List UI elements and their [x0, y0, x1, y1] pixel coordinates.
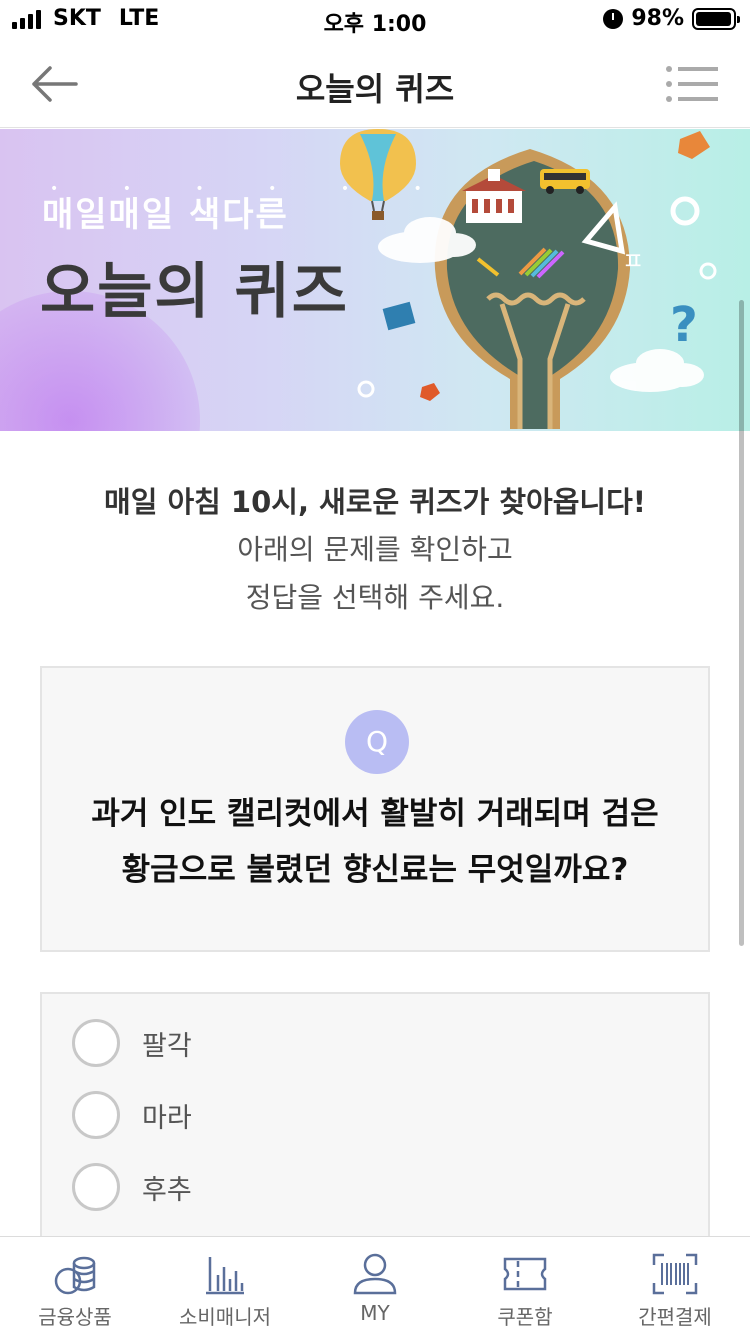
- tab-label: 간편결제: [638, 1305, 712, 1329]
- question-mark-icon: ?: [670, 297, 698, 353]
- answer-option-2[interactable]: 마라: [72, 1090, 192, 1140]
- banner-title: 오늘의 퀴즈: [40, 257, 349, 327]
- menu-button[interactable]: [664, 64, 720, 104]
- question-line-2: 황금으로 불렸던 향신료는 무엇일까요?: [121, 852, 629, 888]
- answer-option-1[interactable]: 팔각: [72, 1018, 192, 1068]
- tab-my[interactable]: MY: [300, 1237, 450, 1334]
- option-label: 후추: [142, 1174, 192, 1206]
- radio-button[interactable]: [72, 1163, 120, 1211]
- person-icon: [353, 1253, 397, 1295]
- intro-line-2: 아래의 문제를 확인하고: [237, 533, 513, 566]
- tab-label: MY: [360, 1301, 390, 1325]
- intro-headline: 매일 아침 10시, 새로운 퀴즈가 찾아옵니다!: [104, 485, 646, 519]
- coins-icon: [54, 1256, 96, 1295]
- battery-percent: 98%: [631, 6, 684, 31]
- cube-icon: [678, 131, 710, 159]
- app-header: 오늘의 퀴즈: [0, 40, 750, 128]
- question-text: 과거 인도 캘리컷에서 활발히 거래되며 검은 황금으로 불렸던 향신료는 무엇…: [62, 786, 688, 898]
- lightbulb-illustration: ㅍ ?: [340, 129, 717, 429]
- banner-subtitle: 매일매일 색다른: [42, 195, 289, 235]
- quiz-banner: • • • • • • • 매일매일 색다른 오늘의 퀴즈 ㅍ ?: [0, 129, 750, 431]
- answer-option-3[interactable]: 후추: [72, 1162, 192, 1212]
- question-badge: Q: [345, 710, 409, 774]
- tab-spending-manager[interactable]: 소비매니저: [150, 1237, 300, 1334]
- question-line-1: 과거 인도 캘리컷에서 활발히 거래되며 검은: [91, 796, 659, 832]
- list-menu-icon: [666, 66, 718, 102]
- tab-financial-products[interactable]: 금융상품: [0, 1237, 150, 1334]
- barcode-icon: [652, 1253, 698, 1295]
- ticket-icon: [503, 1257, 547, 1291]
- tab-coupons[interactable]: 쿠폰함: [450, 1237, 600, 1334]
- page-title: 오늘의 퀴즈: [295, 70, 455, 108]
- tab-label: 쿠폰함: [497, 1305, 553, 1329]
- tab-easy-pay[interactable]: 간편결제: [600, 1237, 750, 1334]
- scrollbar[interactable]: [739, 300, 744, 946]
- option-label: 팔각: [142, 1030, 192, 1062]
- alarm-icon: [603, 8, 624, 29]
- question-card: Q 과거 인도 캘리컷에서 활발히 거래되며 검은 황금으로 불렸던 향신료는 …: [40, 666, 710, 952]
- balloon-icon: [340, 129, 416, 220]
- block-icon: [382, 301, 416, 331]
- tab-label: 금융상품: [38, 1305, 112, 1329]
- svg-text:ㅍ: ㅍ: [622, 247, 644, 275]
- answer-options: 팔각 마라 후추: [40, 992, 710, 1242]
- status-right: 98%: [603, 6, 740, 31]
- bar-chart-icon: [206, 1257, 244, 1295]
- option-label: 마라: [142, 1102, 192, 1134]
- status-bar: SKT LTE 오후 1:00 98%: [0, 0, 750, 40]
- battery-icon: [692, 7, 740, 30]
- bottom-tab-bar: 금융상품 소비매니저 MY 쿠폰함 간편결제: [0, 1236, 750, 1334]
- intro-line-3: 정답을 선택해 주세요.: [245, 581, 505, 614]
- radio-button[interactable]: [72, 1091, 120, 1139]
- intro-text: 매일 아침 10시, 새로운 퀴즈가 찾아옵니다! 아래의 문제를 확인하고 정…: [0, 478, 750, 622]
- tab-label: 소비매니저: [179, 1305, 271, 1329]
- radio-button[interactable]: [72, 1019, 120, 1067]
- gem-icon: [420, 383, 440, 401]
